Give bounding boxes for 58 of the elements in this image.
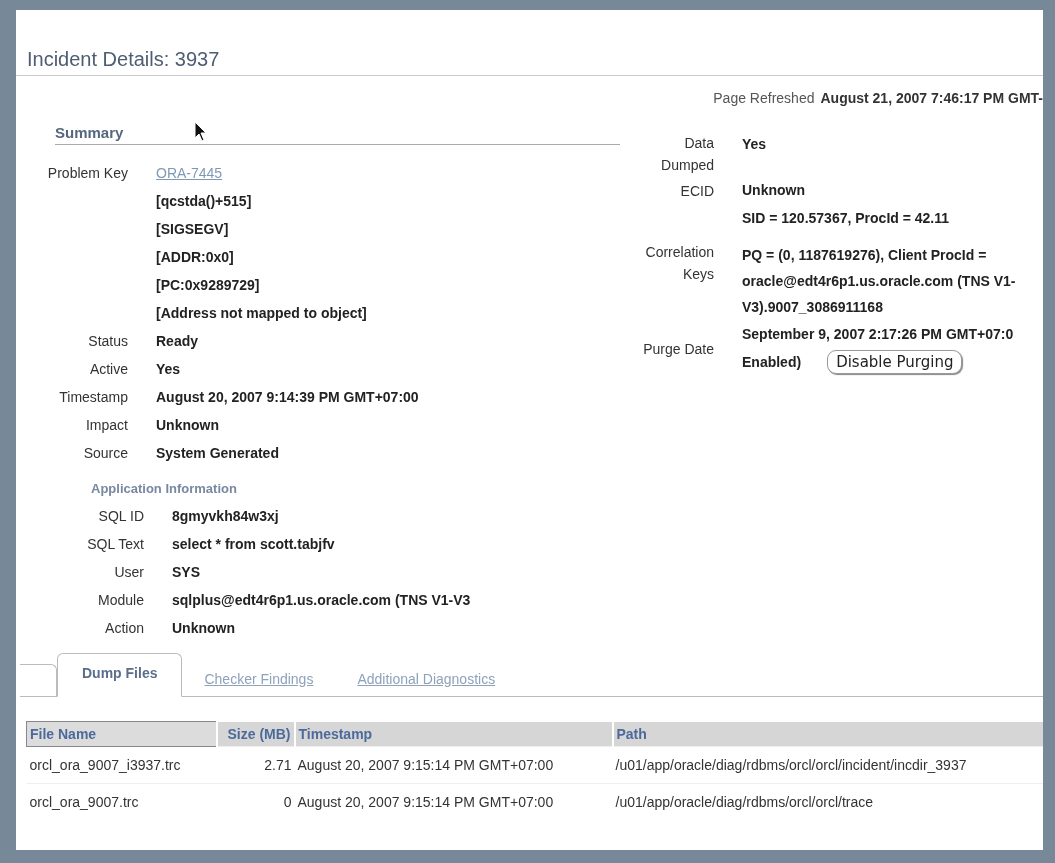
field-label: Data Dumped bbox=[660, 134, 714, 175]
field-value: Unknown bbox=[172, 619, 236, 638]
field-value: Yes bbox=[742, 135, 768, 154]
page-title: Incident Details: 3937 bbox=[16, 10, 1043, 76]
field-value: Ready bbox=[156, 332, 200, 351]
refresh-time: August 21, 2007 7:46:17 PM GMT- bbox=[820, 90, 1043, 106]
field-value: [PC:0x9289729] bbox=[156, 276, 261, 295]
field-value: Unknown bbox=[742, 181, 806, 200]
field-label: Action bbox=[104, 619, 144, 638]
field-value: Yes bbox=[156, 360, 182, 379]
field-value: [ADDR:0x0] bbox=[156, 248, 235, 267]
field-value: 8gmyvkh84w3xj bbox=[172, 507, 280, 526]
table-cell: 2.71 bbox=[216, 746, 295, 784]
tab[interactable]: Additional Diagnostics bbox=[335, 662, 518, 696]
field-label: User bbox=[113, 563, 144, 582]
table-cell: 0 bbox=[216, 783, 295, 820]
disable-purging-button[interactable]: Disable Purging bbox=[827, 350, 963, 374]
field-label: ECID bbox=[679, 182, 714, 201]
field-value: sqlplus@edt4r6p1.us.oracle.com (TNS V1-V3 bbox=[172, 591, 472, 610]
table-cell: orcl_ora_9007_i3937.trc bbox=[26, 746, 217, 784]
column-header: Size (MB) bbox=[216, 721, 295, 747]
column-header: File Name bbox=[26, 721, 217, 747]
field-value: August 20, 2007 9:14:39 PM GMT+07:00 bbox=[156, 388, 420, 407]
field-value: [Address not mapped to object] bbox=[156, 304, 368, 323]
field-label: Module bbox=[97, 591, 144, 610]
field-value: Enabled) bbox=[742, 353, 802, 372]
field-label: Status bbox=[87, 332, 128, 351]
field-value: System Generated bbox=[156, 444, 280, 463]
field-value: Unknown bbox=[156, 416, 220, 435]
refresh-label: Page Refreshed bbox=[713, 90, 815, 106]
column-header: Timestamp bbox=[294, 721, 613, 747]
field-label: SQL ID bbox=[97, 507, 144, 526]
field-value: [qcstda()+515] bbox=[156, 192, 253, 211]
field-label: Correlation Keys bbox=[644, 243, 714, 284]
field-label: Active bbox=[88, 360, 128, 379]
column-header: Path bbox=[612, 721, 1043, 747]
mouse-cursor-icon bbox=[194, 121, 207, 142]
tab[interactable]: Checker Findings bbox=[182, 662, 336, 696]
field-value: select * from scott.tabjfv bbox=[172, 535, 336, 554]
field-label: Source bbox=[82, 444, 128, 463]
field-value: PQ = (0, 1187619276), Client ProcId = oracle@edt4r6p1.us.oracle.com (TNS V1-V3).9007_3086911168 bbox=[742, 246, 1017, 317]
field-label: Impact bbox=[85, 416, 128, 435]
table-cell: /u01/app/oracle/diag/rdbms/orcl/orcl/incident/incdir_3937 bbox=[612, 746, 1043, 784]
field-label: Problem Key bbox=[46, 164, 128, 183]
table-cell: August 20, 2007 9:15:14 PM GMT+07:00 bbox=[294, 783, 613, 820]
field-value: September 9, 2007 2:17:26 PM GMT+07:0 bbox=[742, 325, 1015, 344]
field-value: SID = 120.57367, ProcId = 42.11 bbox=[742, 209, 951, 228]
table-cell: August 20, 2007 9:15:14 PM GMT+07:00 bbox=[294, 746, 613, 784]
field-label: Purge Date bbox=[642, 340, 714, 359]
table-cell: /u01/app/oracle/diag/rdbms/orcl/orcl/trace bbox=[612, 783, 1043, 820]
field-value: SYS bbox=[172, 563, 201, 582]
section-heading: Application Information bbox=[91, 481, 238, 496]
field-label: Timestamp bbox=[58, 388, 128, 407]
field-value: [SIGSEGV] bbox=[156, 220, 230, 239]
table-cell: orcl_ora_9007.trc bbox=[26, 783, 217, 820]
field-label: SQL Text bbox=[86, 535, 144, 554]
tab[interactable]: Dump Files bbox=[57, 653, 183, 697]
problem-key-link[interactable]: ORA-7445 bbox=[156, 159, 223, 187]
